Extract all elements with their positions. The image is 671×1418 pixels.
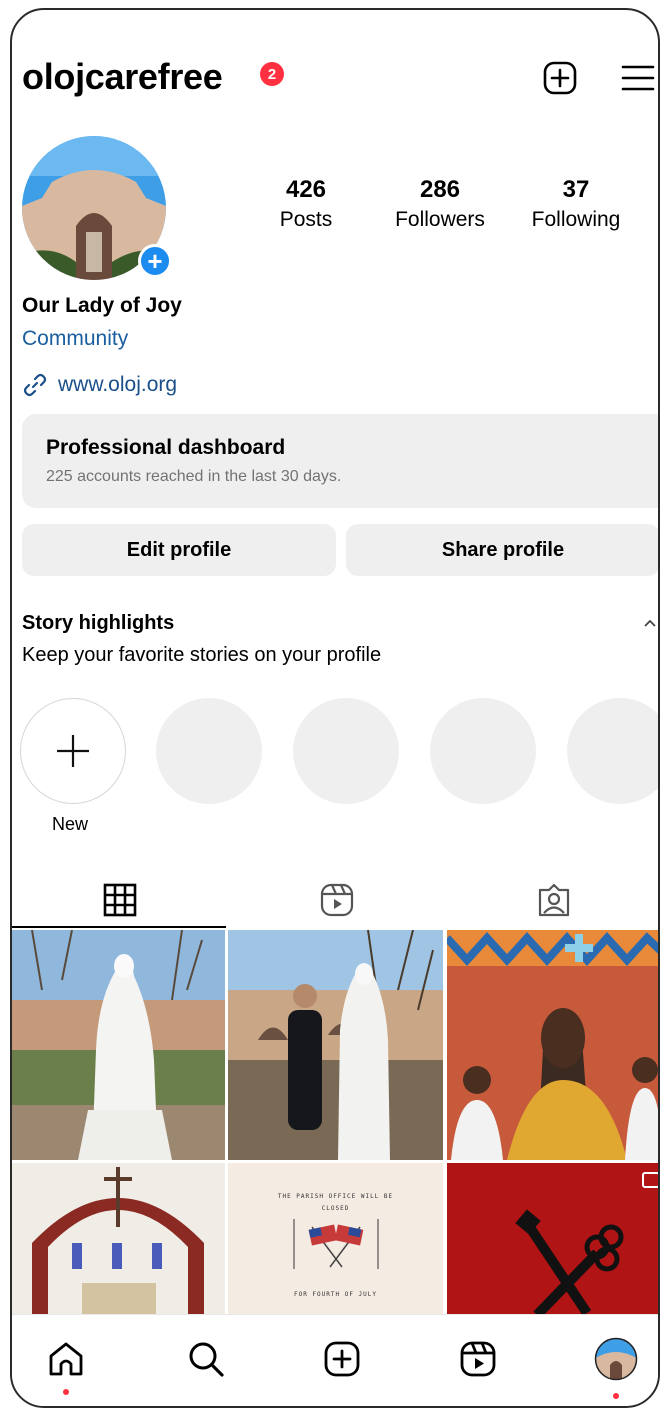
active-tab-indicator [12, 926, 226, 928]
posts-label: Posts [279, 208, 333, 231]
highlight-placeholder [293, 698, 399, 804]
create-button[interactable] [540, 58, 580, 98]
new-highlight-label: New [52, 814, 89, 834]
link-icon [23, 373, 47, 397]
post-thumbnail[interactable] [12, 930, 225, 1160]
post-text-line: CLOSED [321, 1205, 350, 1212]
followers-count[interactable]: 286 Followers [384, 176, 496, 232]
profile-avatar[interactable]: + [22, 136, 172, 280]
highlight-placeholder [430, 698, 536, 804]
story-highlights-title: Story highlights [22, 612, 175, 634]
nav-home[interactable] [42, 1335, 90, 1383]
highlight-placeholder [156, 698, 262, 804]
post-thumbnail[interactable] [12, 1163, 225, 1315]
followers-label: Followers [395, 208, 485, 231]
posts-number: 426 [285, 176, 327, 203]
nav-profile[interactable] [592, 1335, 640, 1383]
profile-avatar-icon [594, 1337, 638, 1381]
post-thumbnail[interactable] [447, 930, 658, 1160]
followers-number: 286 [419, 176, 461, 203]
nav-reels[interactable] [454, 1335, 502, 1383]
add-story-button[interactable]: + [138, 244, 172, 278]
following-number: 37 [562, 176, 590, 203]
plus-icon [57, 735, 89, 767]
home-icon [49, 1342, 83, 1376]
reels-icon [320, 883, 354, 917]
notification-badge[interactable]: 2 [260, 62, 284, 86]
edit-profile-button[interactable]: Edit profile [22, 524, 336, 576]
profile-category: Community [22, 327, 129, 350]
post-thumbnail[interactable]: THE PARISH OFFICE WILL BE CLOSED FOR FOU… [228, 1163, 443, 1315]
nav-profile-dot [613, 1393, 619, 1399]
nav-create[interactable] [318, 1335, 366, 1383]
post-text-line: THE PARISH OFFICE WILL BE [277, 1193, 394, 1200]
following-label: Following [531, 208, 621, 231]
menu-button[interactable] [618, 58, 658, 98]
website-text: www.oloj.org [58, 373, 178, 396]
plus-square-icon [543, 61, 577, 95]
post-thumbnail[interactable] [228, 930, 443, 1160]
website-link[interactable]: www.oloj.org [22, 372, 177, 398]
tab-tagged[interactable] [446, 870, 658, 930]
professional-dashboard-card[interactable]: Professional dashboard 225 accounts reac… [22, 414, 658, 508]
reels-icon [460, 1341, 496, 1377]
dashboard-title: Professional dashboard [46, 436, 286, 459]
profile-name: Our Lady of Joy [22, 294, 182, 317]
chevron-up-icon[interactable] [642, 616, 658, 634]
hamburger-icon [621, 65, 655, 91]
tab-reels[interactable] [229, 870, 445, 930]
tab-posts-grid[interactable] [12, 870, 228, 930]
create-icon [324, 1341, 360, 1377]
tagged-icon [538, 883, 570, 917]
post-text-line: FOR FOURTH OF JULY [293, 1291, 378, 1298]
nav-search[interactable] [182, 1335, 230, 1383]
nav-home-dot [63, 1389, 69, 1395]
story-highlights-subtitle: Keep your favorite stories on your profi… [22, 644, 382, 666]
phone-frame: olojcarefree 2 + 426 Posts 286 Followers… [10, 8, 660, 1408]
grid-icon [103, 883, 137, 917]
following-count[interactable]: 37 Following [520, 176, 632, 232]
dashboard-subtitle: 225 accounts reached in the last 30 days… [46, 468, 342, 485]
username-dropdown[interactable]: olojcarefree [22, 56, 223, 98]
highlight-placeholder [567, 698, 658, 804]
bottom-navigation [12, 1314, 658, 1406]
post-thumbnail[interactable] [447, 1163, 658, 1315]
new-highlight-button[interactable] [20, 698, 126, 804]
posts-count[interactable]: 426 Posts [260, 176, 352, 232]
flags-illustration [293, 1219, 379, 1269]
share-profile-button[interactable]: Share profile [346, 524, 658, 576]
search-icon [189, 1342, 224, 1377]
